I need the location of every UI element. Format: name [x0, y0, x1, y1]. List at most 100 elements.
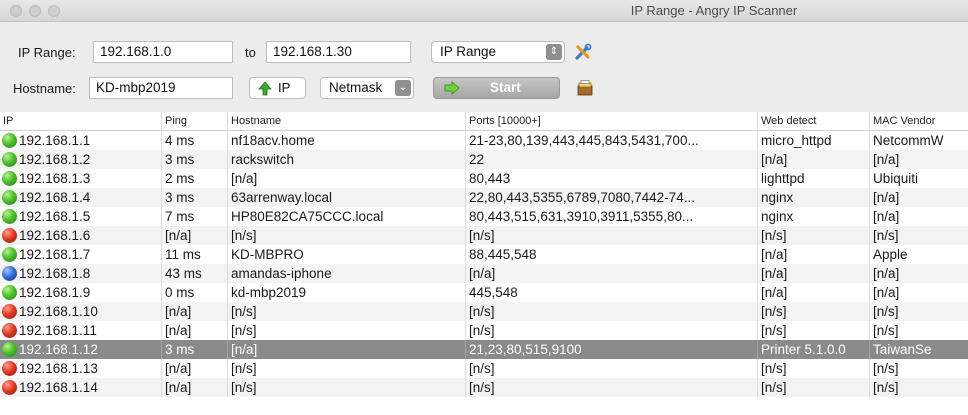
table-row[interactable]: 192.168.1.4 3 ms 63arrenway.local 22,80,443… [0, 188, 968, 207]
table-row[interactable]: 192.168.1.10 [n/a] [n/s] [n/s] [n/s] [n/s] [0, 302, 968, 321]
column-header-web-detect[interactable]: Web detect [758, 112, 870, 131]
table-row[interactable]: 192.168.1.12 3 ms [n/a] 21,23,80,515,9100 Pr… [0, 340, 968, 359]
table-row[interactable]: 192.168.1.9 0 ms kd-mbp2019 445,548 [n/a] [n/… [0, 283, 968, 302]
cell-hostname: [n/s] [228, 378, 466, 397]
cell-ping: 3 ms [162, 150, 228, 169]
cell-hostname: [n/s] [228, 302, 466, 321]
cell-web-detect: [n/a] [758, 264, 870, 283]
status-red-icon [2, 323, 17, 338]
netmask-select-value: Netmask [329, 80, 383, 95]
fetchers-icon[interactable] [576, 79, 594, 97]
cell-hostname: KD-MBPRO [228, 245, 466, 264]
cell-ports: 445,548 [466, 283, 758, 302]
cell-mac-vendor: [n/a] [873, 266, 900, 281]
table-row[interactable]: 192.168.1.2 3 ms rackswitch 22 [n/a] [n/a] [0, 150, 968, 169]
ip-to-input[interactable]: 192.168.1.30 [266, 41, 411, 63]
cell-ports: [n/s] [466, 359, 758, 378]
cell-mac-vendor: [n/s] [873, 361, 899, 376]
cell-hostname: [n/s] [228, 359, 466, 378]
cell-ports: 80,443 [466, 169, 758, 188]
cell-web-detect: [n/s] [758, 378, 870, 397]
column-header-mac-vendor[interactable]: MAC Vendor [870, 112, 968, 131]
title-bar: IP Range - Angry IP Scanner [0, 0, 968, 22]
ip-range-label: IP Range: [18, 45, 76, 60]
cell-hostname: [n/s] [228, 226, 466, 245]
feeder-select[interactable]: IP Range ⇕ [431, 41, 565, 63]
cell-ip: 192.168.1.13 [0, 359, 162, 378]
cell-ports: 88,445,548 [466, 245, 758, 264]
ip-text: 192.168.1.13 [19, 361, 98, 376]
column-header-ports[interactable]: Ports [10000+] [466, 112, 758, 131]
results-table[interactable]: IP Ping Hostname Ports [10000+] Web dete… [0, 112, 968, 415]
wrench-screwdriver-icon[interactable] [574, 43, 592, 61]
cell-hostname: [n/s] [228, 321, 466, 340]
table-row[interactable]: 192.168.1.3 2 ms [n/a] 80,443 lighttpd Ubiqui… [0, 169, 968, 188]
cell-ping: 43 ms [162, 264, 228, 283]
ip-text: 192.168.1.10 [19, 304, 98, 319]
cell-ping: [n/a] [162, 226, 228, 245]
cell-mac-vendor: [n/s] [873, 228, 899, 243]
cell-hostname: 63arrenway.local [228, 188, 466, 207]
column-header-ip[interactable]: IP [0, 112, 162, 131]
cell-ip: 192.168.1.1 [0, 131, 162, 150]
status-green-icon [2, 152, 17, 167]
cell-web-detect: [n/s] [758, 226, 870, 245]
table-row[interactable]: 192.168.1.14 [n/a] [n/s] [n/s] [n/s] [n/s] [0, 378, 968, 397]
window-title: IP Range - Angry IP Scanner [630, 3, 798, 18]
cell-ip: 192.168.1.2 [0, 150, 162, 169]
cell-web-detect: [n/s] [758, 302, 870, 321]
column-header-ping[interactable]: Ping [162, 112, 228, 131]
status-red-icon [2, 380, 17, 395]
cell-ping: 0 ms [162, 283, 228, 302]
cell-web-detect: [n/a] [758, 283, 870, 302]
cell-ip: 192.168.1.11 [0, 321, 162, 340]
cell-ports: [n/s] [466, 226, 758, 245]
table-row[interactable]: 192.168.1.7 11 ms KD-MBPRO 88,445,548 [n/a] A… [0, 245, 968, 264]
cell-hostname: rackswitch [228, 150, 466, 169]
table-row[interactable]: 192.168.1.5 7 ms HP80E82CA75CCC.local 80,44… [0, 207, 968, 226]
ip-from-input[interactable]: 192.168.1.0 [93, 41, 233, 63]
ip-lookup-button[interactable]: IP [249, 77, 306, 99]
cell-mac-vendor: Ubiquiti [873, 171, 919, 186]
status-green-icon [2, 190, 17, 205]
cell-mac-vendor: [n/a] [873, 152, 900, 167]
status-green-icon [2, 133, 17, 148]
table-row[interactable]: 192.168.1.13 [n/a] [n/s] [n/s] [n/s] [n/s] [0, 359, 968, 378]
ip-text: 192.168.1.11 [19, 323, 97, 338]
table-row[interactable]: 192.168.1.6 [n/a] [n/s] [n/s] [n/s] [n/s] [0, 226, 968, 245]
column-header-hostname[interactable]: Hostname [228, 112, 466, 131]
ip-text: 192.168.1.14 [19, 380, 98, 395]
hostname-input[interactable]: KD-mbp2019 [89, 77, 233, 99]
table-row[interactable]: 192.168.1.11 [n/a] [n/s] [n/s] [n/s] [n/s] [0, 321, 968, 340]
cell-mac-vendor: [n/s] [873, 304, 899, 319]
cell-ping: 3 ms [162, 340, 228, 359]
cell-ping: [n/a] [162, 378, 228, 397]
status-green-icon [2, 285, 17, 300]
feeder-select-value: IP Range [440, 44, 497, 59]
cell-web-detect: Printer 5.1.0.0 [758, 340, 870, 359]
start-button[interactable]: Start [433, 77, 560, 99]
cell-ports: 22,80,443,5355,6789,7080,7442-74... [466, 188, 758, 207]
cell-ports: [n/s] [466, 302, 758, 321]
cell-mac-vendor: NetcommW [873, 133, 944, 148]
arrow-right-icon [444, 81, 460, 95]
cell-ip: 192.168.1.6 [0, 226, 162, 245]
cell-ip: 192.168.1.14 [0, 378, 162, 397]
to-label: to [245, 45, 256, 60]
cell-ping: 4 ms [162, 131, 228, 150]
table-header: IP Ping Hostname Ports [10000+] Web dete… [0, 112, 968, 131]
cell-ports: 21,23,80,515,9100 [466, 340, 758, 359]
cell-hostname: HP80E82CA75CCC.local [228, 207, 466, 226]
cell-ping: [n/a] [162, 321, 228, 340]
table-row[interactable]: 192.168.1.8 43 ms amandas-iphone [n/a] [n/a]… [0, 264, 968, 283]
cell-ports: 22 [466, 150, 758, 169]
cell-web-detect: nginx [758, 188, 870, 207]
cell-mac-vendor: [n/s] [873, 380, 899, 395]
cell-hostname: kd-mbp2019 [228, 283, 466, 302]
status-green-icon [2, 247, 17, 262]
netmask-select[interactable]: Netmask ⌄ [320, 77, 414, 99]
status-red-icon [2, 304, 17, 319]
cell-ping: [n/a] [162, 359, 228, 378]
table-row[interactable]: 192.168.1.1 4 ms nf18acv.home 21-23,80,139,… [0, 131, 968, 150]
cell-ip: 192.168.1.12 [0, 340, 162, 359]
